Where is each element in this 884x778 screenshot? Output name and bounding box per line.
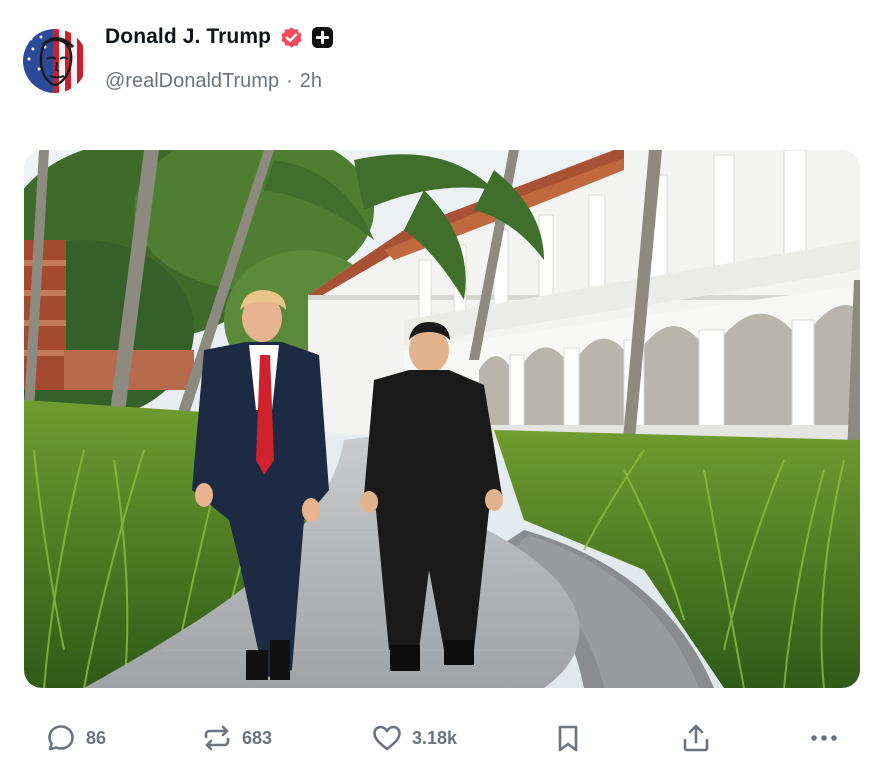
share-icon bbox=[680, 722, 712, 754]
reply-button[interactable]: 86 bbox=[45, 713, 106, 763]
like-button[interactable]: 3.18k bbox=[371, 713, 457, 763]
plus-badge-icon bbox=[311, 26, 334, 49]
author-handle[interactable]: @realDonaldTrump bbox=[105, 70, 279, 93]
heart-icon bbox=[371, 722, 403, 754]
repost-button[interactable]: 683 bbox=[201, 713, 272, 763]
post-card: Donald J. Trump @realDonaldTrump · 2h 86… bbox=[0, 0, 884, 778]
meta-separator: · bbox=[286, 70, 293, 92]
verified-badge-icon bbox=[279, 25, 304, 50]
bookmark-button[interactable] bbox=[552, 713, 584, 763]
reply-count: 86 bbox=[86, 727, 107, 748]
post-photo[interactable] bbox=[24, 150, 860, 688]
reply-icon bbox=[45, 722, 77, 754]
author-meta-row: @realDonaldTrump · 2h bbox=[105, 70, 322, 93]
more-icon bbox=[808, 722, 840, 754]
repost-icon bbox=[201, 722, 233, 754]
repost-count: 683 bbox=[242, 727, 273, 748]
bookmark-icon bbox=[552, 722, 584, 754]
post-actions-bar: 86 683 3.18k bbox=[0, 713, 884, 763]
author-name-row: Donald J. Trump bbox=[105, 22, 334, 52]
author-display-name[interactable]: Donald J. Trump bbox=[105, 25, 271, 49]
post-timestamp[interactable]: 2h bbox=[300, 70, 322, 93]
like-count: 3.18k bbox=[412, 727, 458, 748]
avatar[interactable] bbox=[23, 29, 87, 93]
share-button[interactable] bbox=[680, 713, 712, 763]
more-options-button[interactable] bbox=[808, 713, 840, 763]
